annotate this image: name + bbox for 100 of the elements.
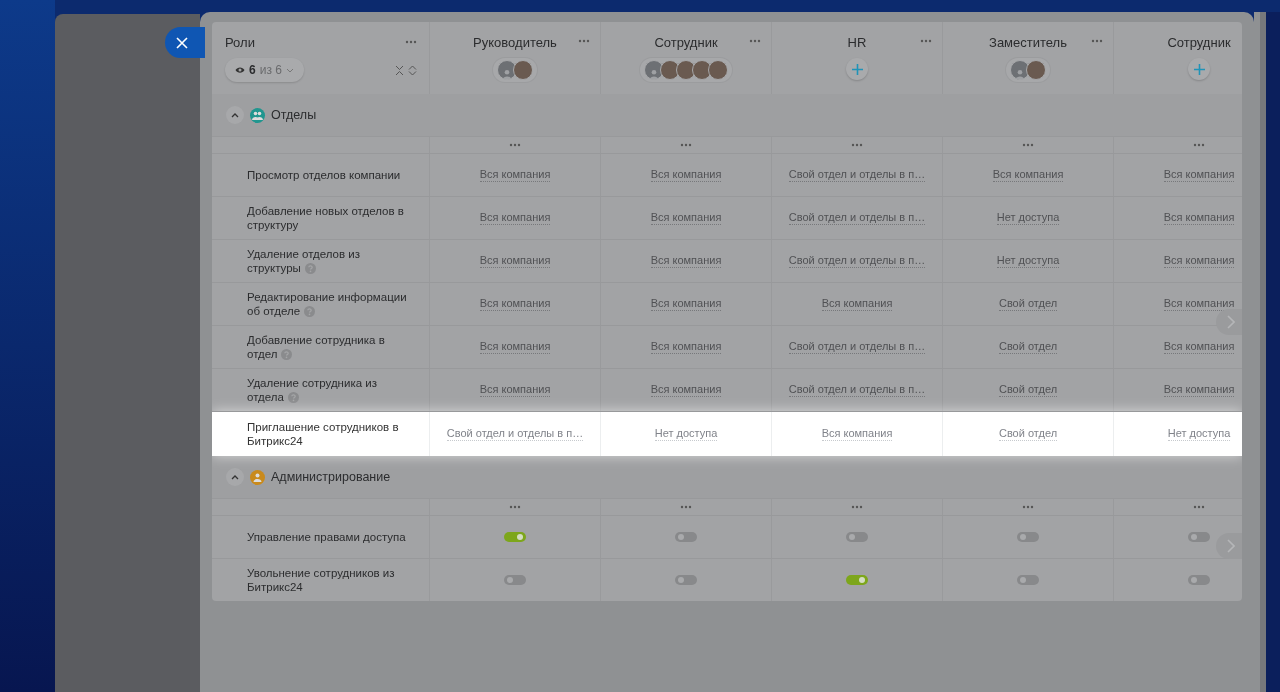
more-icon[interactable] (405, 40, 417, 44)
access-level-select[interactable]: Свой отдел (998, 340, 1058, 354)
more-icon[interactable] (1022, 505, 1034, 509)
access-level-select[interactable]: Вся компания (479, 168, 551, 182)
role-members[interactable] (493, 58, 537, 82)
permission-label: Просмотр отделов компании (247, 168, 401, 182)
more-icon[interactable] (1091, 39, 1103, 43)
scroll-right-button[interactable] (1216, 309, 1242, 335)
section-collapse-button[interactable] (226, 106, 244, 124)
access-level-select[interactable]: Свой отдел (998, 297, 1058, 311)
permission-switch[interactable] (1017, 575, 1039, 585)
permission-switch[interactable] (675, 575, 697, 585)
permission-switch[interactable] (1188, 575, 1210, 585)
permission-switch[interactable] (504, 575, 526, 585)
permission-label: Добавление новых отделов в структуру (247, 204, 405, 232)
access-level-select[interactable]: Вся компания (1163, 383, 1235, 397)
role-name: HR (847, 34, 867, 50)
access-level-select[interactable]: Вся компания (650, 168, 722, 182)
role-name: Руководитель (473, 34, 557, 50)
visible-roles-filter[interactable]: 6 из 6 (225, 58, 304, 82)
permission-switch[interactable] (1188, 532, 1210, 542)
more-icon[interactable] (1193, 143, 1205, 147)
access-level-select[interactable]: Вся компания (821, 427, 893, 441)
access-level-select[interactable]: Свой отдел и отделы в п… (788, 383, 926, 397)
permission-switch[interactable] (846, 575, 868, 585)
add-member-button[interactable] (846, 58, 868, 80)
role-name: Сотрудник (1167, 34, 1231, 50)
chevron-right-icon (1227, 539, 1235, 553)
more-icon[interactable] (578, 39, 590, 43)
access-level-select[interactable]: Вся компания (479, 340, 551, 354)
avatar-placeholder (513, 60, 533, 80)
more-icon[interactable] (680, 143, 692, 147)
access-level-select[interactable]: Вся компания (1163, 254, 1235, 268)
access-level-select[interactable]: Нет доступа (1167, 427, 1231, 441)
access-level-select[interactable]: Вся компания (479, 383, 551, 397)
permission-switch[interactable] (846, 532, 868, 542)
role-members[interactable] (640, 58, 732, 82)
permission-label: Редактирование информации об отделе (247, 290, 408, 318)
more-icon[interactable] (1193, 505, 1205, 509)
permission-label: Приглашение сотрудников в Битрикс24 (247, 420, 400, 448)
chevron-up-icon (231, 112, 239, 118)
close-icon (176, 36, 188, 49)
access-level-select[interactable]: Вся компания (821, 297, 893, 311)
role-name: Заместитель (989, 34, 1067, 50)
help-icon[interactable] (281, 349, 293, 360)
eye-icon (235, 66, 245, 74)
access-level-select[interactable]: Вся компания (650, 340, 722, 354)
access-level-select[interactable]: Вся компания (479, 297, 551, 311)
more-icon[interactable] (749, 39, 761, 43)
access-level-select[interactable]: Вся компания (1163, 211, 1235, 225)
access-level-select[interactable]: Вся компания (1163, 168, 1235, 182)
permission-switch[interactable] (675, 532, 697, 542)
access-level-select[interactable]: Свой отдел и отделы в п… (788, 340, 926, 354)
section-collapse-button[interactable] (226, 468, 244, 486)
access-level-select[interactable]: Нет доступа (654, 427, 718, 441)
scroll-right-button[interactable] (1216, 533, 1242, 559)
section-title: Администрирование (271, 470, 391, 484)
more-icon[interactable] (851, 505, 863, 509)
access-level-select[interactable]: Нет доступа (996, 254, 1060, 268)
access-level-select[interactable]: Свой отдел и отделы в п… (788, 254, 926, 268)
help-icon[interactable] (287, 392, 299, 403)
more-icon[interactable] (509, 143, 521, 147)
access-level-select[interactable]: Свой отдел и отделы в п… (788, 211, 926, 225)
collapse-icon[interactable] (395, 64, 404, 76)
roles-title: Роли (225, 34, 255, 50)
more-icon[interactable] (680, 505, 692, 509)
more-icon[interactable] (1022, 143, 1034, 147)
more-icon[interactable] (509, 505, 521, 509)
add-member-button[interactable] (1188, 58, 1210, 80)
access-level-select[interactable]: Вся компания (650, 383, 722, 397)
chevron-right-icon (1227, 315, 1235, 329)
access-level-select[interactable]: Свой отдел и отделы в п… (446, 427, 584, 441)
permission-label: Удаление сотрудника из отдела (247, 376, 378, 404)
access-level-select[interactable]: Свой отдел (998, 383, 1058, 397)
avatar-placeholder (692, 60, 712, 80)
access-level-select[interactable]: Вся компания (992, 168, 1064, 182)
access-level-select[interactable]: Вся компания (650, 297, 722, 311)
access-level-select[interactable]: Свой отдел и отделы в п… (788, 168, 926, 182)
help-icon[interactable] (304, 263, 316, 274)
user-silhouette-avatar (644, 60, 664, 80)
expand-icon[interactable] (408, 64, 417, 76)
access-level-select[interactable]: Вся компания (479, 211, 551, 225)
help-icon[interactable] (304, 306, 316, 317)
access-level-select[interactable]: Нет доступа (996, 211, 1060, 225)
plus-icon (851, 63, 863, 75)
permission-switch[interactable] (504, 532, 526, 542)
permission-switch[interactable] (1017, 532, 1039, 542)
more-icon[interactable] (920, 39, 932, 43)
avatar-placeholder (660, 60, 680, 80)
access-level-select[interactable]: Свой отдел (998, 427, 1058, 441)
access-level-select[interactable]: Вся компания (1163, 340, 1235, 354)
avatar-placeholder (676, 60, 696, 80)
user-silhouette-avatar (1010, 60, 1030, 80)
access-level-select[interactable]: Вся компания (479, 254, 551, 268)
avatar-placeholder (1026, 60, 1046, 80)
close-button[interactable] (165, 27, 205, 58)
more-icon[interactable] (851, 143, 863, 147)
access-level-select[interactable]: Вся компания (650, 211, 722, 225)
role-members[interactable] (1006, 58, 1050, 82)
access-level-select[interactable]: Вся компания (650, 254, 722, 268)
